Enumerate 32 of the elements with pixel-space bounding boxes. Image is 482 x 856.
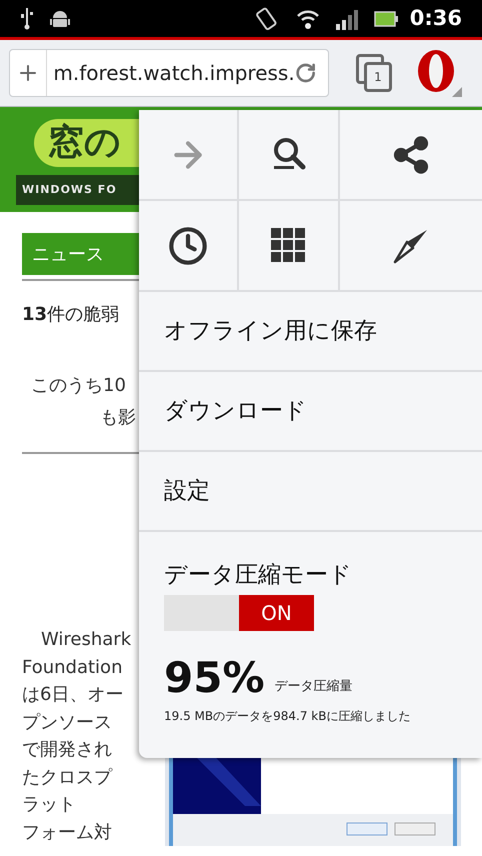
compass-needle-icon bbox=[393, 228, 429, 264]
compression-toggle[interactable]: ON bbox=[164, 594, 314, 630]
menu-item[interactable]: 設定 bbox=[139, 452, 482, 532]
grid-icon bbox=[270, 228, 306, 264]
reload-icon[interactable] bbox=[294, 61, 316, 85]
menu-item[interactable]: オフライン用に保存 bbox=[139, 292, 482, 372]
android-icon bbox=[50, 8, 70, 28]
share-icon bbox=[391, 134, 431, 174]
menu-item[interactable]: ダウンロード bbox=[139, 372, 482, 452]
clock-time: 0:36 bbox=[410, 4, 462, 32]
headline: 13件の脆弱 bbox=[22, 303, 120, 327]
url-text: m.forest.watch.impress. bbox=[53, 60, 295, 87]
article-paragraph: Wireshark Foundation は6日、オー プンソース で開発され たクロスプ ラット フォーム対 bbox=[22, 628, 132, 844]
signal-icon bbox=[336, 8, 358, 30]
clock-icon bbox=[168, 226, 208, 266]
logo-subtitle: WINDOWS FO bbox=[22, 182, 117, 198]
summary-text: このうち10 も影 bbox=[30, 374, 137, 430]
toggle-state: ON bbox=[239, 594, 314, 630]
usb-icon bbox=[20, 8, 34, 30]
compression-label: データ圧縮モード bbox=[164, 561, 353, 590]
menu-action-button[interactable] bbox=[239, 201, 340, 292]
wifi-icon bbox=[296, 8, 320, 30]
address-bar[interactable]: m.forest.watch.impress. bbox=[9, 49, 329, 97]
tab-count: 1 bbox=[364, 62, 392, 92]
logo-text: 窓の bbox=[48, 125, 121, 161]
menu-action-button[interactable] bbox=[139, 201, 239, 292]
battery-icon bbox=[374, 10, 398, 26]
section-title: ニュース bbox=[32, 242, 104, 266]
compression-detail: 19.5 MBのデータを984.7 kBに圧縮しました bbox=[164, 708, 412, 724]
compression-percent: 95% bbox=[164, 656, 265, 698]
menu-action-button[interactable] bbox=[239, 110, 340, 201]
compression-percent-label: データ圧縮量 bbox=[274, 678, 353, 696]
